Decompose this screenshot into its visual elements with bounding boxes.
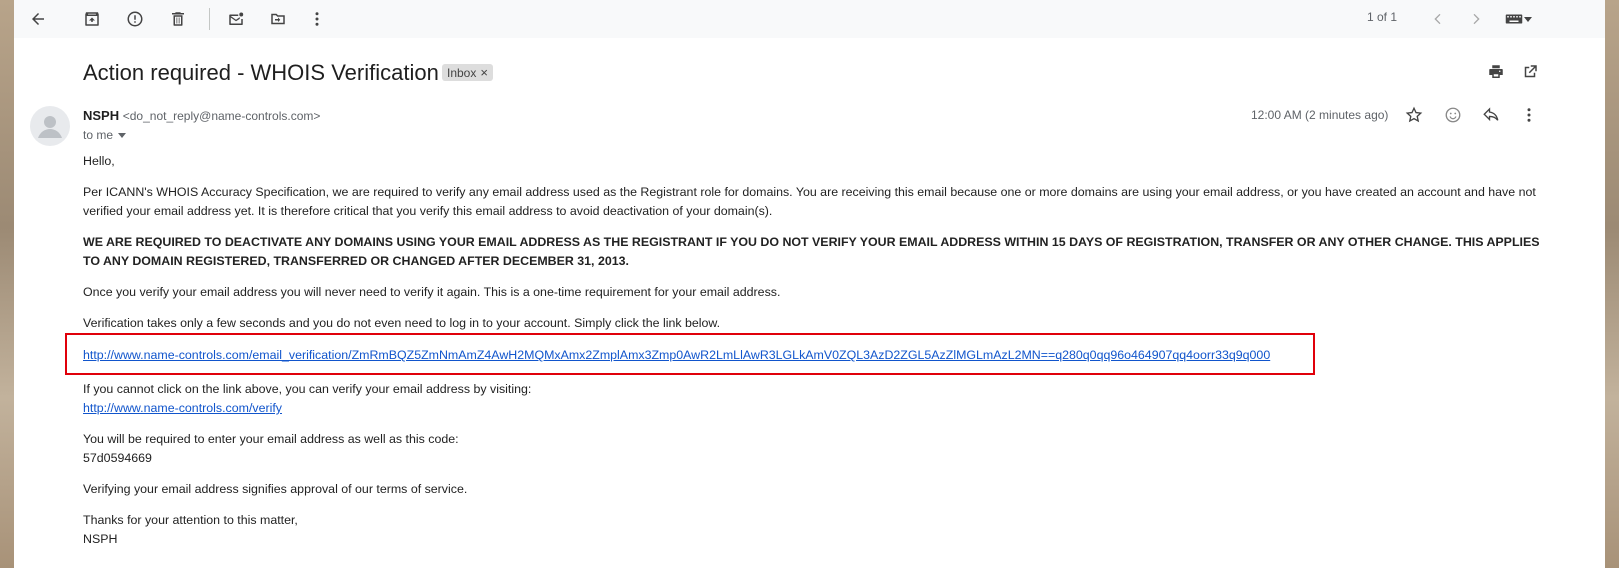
email-body-lower: If you cannot click on the link above, y… [83,380,1553,561]
report-spam-button[interactable] [119,3,151,35]
body-paragraph-2: Once you verify your email address you w… [83,285,781,299]
star-button[interactable] [1398,99,1430,131]
mail-unread-icon [229,12,244,25]
chevron-left-icon [1434,13,1441,25]
email-timestamp: 12:00 AM (2 minutes ago) [1251,108,1389,122]
add-reaction-button[interactable] [1437,99,1469,131]
greeting: Hello, [83,154,115,168]
thanks-text: Thanks for your attention to this matter… [83,513,298,527]
verification-code: 57d0594669 [83,451,152,465]
message-more-button[interactable] [1513,99,1545,131]
verification-link[interactable]: http://www.name-controls.com/email_verif… [83,348,1270,362]
body-paragraph-1: Per ICANN's WHOIS Accuracy Specification… [83,185,1536,218]
remove-label-button[interactable]: × [480,65,488,80]
signoff-paragraph: Thanks for your attention to this matter… [83,511,1553,549]
archive-icon [85,12,99,26]
signature: NSPH [83,532,118,546]
back-button[interactable] [22,3,54,35]
sender-info: NSPH <do_not_reply@name-controls.com> [83,108,320,123]
terms-paragraph: Verifying your email address signifies a… [83,482,468,496]
external-link-icon [1524,65,1537,78]
alt-verify-link[interactable]: http://www.name-controls.com/verify [83,401,282,415]
trash-icon [172,12,184,26]
code-paragraph: You will be required to enter your email… [83,430,1553,468]
recipient-details-toggle[interactable]: to me [83,128,127,142]
newer-button[interactable] [1422,3,1454,35]
more-vertical-icon [315,12,319,26]
email-subject: Action required - WHOIS Verification [83,60,439,85]
chevron-right-icon [1473,13,1480,25]
older-button[interactable] [1460,3,1492,35]
email-toolbar: 1 of 1 [14,0,1605,38]
print-button[interactable] [1480,56,1512,88]
more-vertical-icon [1527,108,1531,122]
folder-move-icon [271,13,285,25]
mark-unread-button[interactable] [220,3,252,35]
label-name: Inbox [447,65,477,80]
email-view: 1 of 1 Action required - WHOIS Verificat… [14,0,1605,568]
input-tools-button[interactable] [1498,3,1540,35]
reply-icon [1483,107,1499,122]
sender-email: <do_not_reply@name-controls.com> [122,109,321,123]
alt-verify-intro: If you cannot click on the link above, y… [83,382,532,396]
avatar [30,106,70,146]
page-count: 1 of 1 [1367,10,1398,24]
recipient-label: to me [83,128,114,142]
move-to-button[interactable] [262,3,294,35]
alt-verify-paragraph: If you cannot click on the link above, y… [83,380,1553,418]
caret-down-icon [118,133,127,138]
code-intro: You will be required to enter your email… [83,432,459,446]
star-icon [1405,106,1423,123]
open-new-window-button[interactable] [1514,56,1546,88]
email-body: Hello, Per ICANN's WHOIS Accuracy Specif… [83,152,1553,345]
archive-button[interactable] [76,3,108,35]
reply-button[interactable] [1475,99,1507,131]
caret-down-icon [1524,17,1532,22]
warning-paragraph: WE ARE REQUIRED TO DEACTIVATE ANY DOMAIN… [83,235,1540,268]
keyboard-icon [1505,14,1523,24]
sender-name: NSPH [83,108,120,123]
toolbar-divider [209,8,210,30]
print-icon [1489,65,1503,78]
body-paragraph-3: Verification takes only a few seconds an… [83,316,721,330]
delete-button[interactable] [162,3,194,35]
arrow-left-icon [32,13,44,25]
more-options-button[interactable] [301,3,333,35]
alert-circle-icon [127,11,143,27]
emoji-icon [1445,107,1461,123]
person-icon [38,116,62,138]
inbox-label-chip: Inbox × [442,64,493,81]
